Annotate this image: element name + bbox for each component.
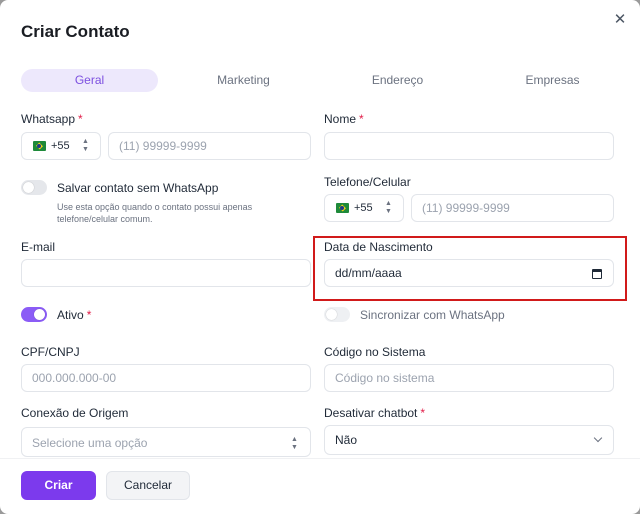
- required-marker: *: [86, 308, 92, 322]
- tab-empresas[interactable]: Empresas: [484, 69, 621, 92]
- sincronizar-label: Sincronizar com WhatsApp: [360, 308, 505, 322]
- nome-label-text: Nome: [324, 112, 357, 126]
- ativo-toggle[interactable]: [21, 307, 47, 322]
- whatsapp-label: Whatsapp *: [21, 112, 83, 126]
- tab-geral[interactable]: Geral: [21, 69, 158, 92]
- tab-bar: Geral Marketing Endereço Empresas: [21, 69, 631, 92]
- updown-chevron-icon: ▲ ▼: [385, 200, 392, 215]
- required-marker: *: [420, 406, 426, 420]
- chatbot-label: Desativar chatbot *: [324, 406, 425, 420]
- ativo-label-text: Ativo: [57, 308, 84, 322]
- codigo-label: Código no Sistema: [324, 345, 426, 359]
- tab-marketing[interactable]: Marketing: [175, 69, 312, 92]
- toggle-knob: [326, 309, 337, 320]
- chevron-down-icon: [593, 433, 603, 443]
- modal-title: Criar Contato: [21, 22, 130, 41]
- tab-endereco[interactable]: Endereço: [329, 69, 466, 92]
- whatsapp-number-input[interactable]: (11) 99999-9999: [108, 132, 311, 160]
- required-marker: *: [78, 112, 83, 126]
- toggle-knob: [23, 182, 34, 193]
- cpf-label: CPF/CNPJ: [21, 345, 80, 359]
- nome-label: Nome *: [324, 112, 364, 126]
- country-code: +55: [354, 202, 373, 214]
- codigo-input[interactable]: Código no sistema: [324, 364, 614, 392]
- conexao-select[interactable]: Selecione uma opção ▲ ▼: [21, 427, 311, 457]
- updown-chevron-icon: ▲ ▼: [291, 436, 298, 451]
- footer-divider: [0, 458, 640, 459]
- salvar-sem-whatsapp-toggle[interactable]: [21, 180, 47, 195]
- telefone-number-input[interactable]: (11) 99999-9999: [411, 194, 614, 222]
- brazil-flag-icon: [33, 141, 46, 151]
- chatbot-label-text: Desativar chatbot: [324, 406, 418, 420]
- telefone-label: Telefone/Celular: [324, 175, 411, 189]
- toggle-knob: [34, 309, 45, 320]
- email-input[interactable]: [21, 259, 311, 287]
- brazil-flag-icon: [336, 203, 349, 213]
- nome-input[interactable]: [324, 132, 614, 160]
- conexao-label: Conexão de Origem: [21, 406, 129, 420]
- create-button[interactable]: Criar: [21, 471, 96, 500]
- country-code: +55: [51, 140, 70, 152]
- conexao-placeholder: Selecione uma opção: [32, 436, 148, 450]
- required-marker: *: [359, 112, 364, 126]
- highlight-box: [313, 236, 627, 301]
- chatbot-select[interactable]: Não: [324, 425, 614, 455]
- chatbot-value: Não: [335, 433, 358, 447]
- ativo-label: Ativo *: [57, 308, 91, 322]
- close-icon[interactable]: ✕: [612, 12, 628, 28]
- sincronizar-toggle[interactable]: [324, 307, 350, 322]
- salvar-sem-whatsapp-label: Salvar contato sem WhatsApp: [57, 181, 219, 195]
- telefone-country-select[interactable]: +55 ▲ ▼: [324, 194, 404, 222]
- whatsapp-label-text: Whatsapp: [21, 112, 76, 126]
- updown-chevron-icon: ▲ ▼: [82, 138, 89, 153]
- salvar-sem-whatsapp-help-2: telefone/celular comum.: [57, 214, 153, 224]
- salvar-sem-whatsapp-help-1: Use esta opção quando o contato possui a…: [57, 202, 253, 212]
- email-label: E-mail: [21, 240, 56, 254]
- whatsapp-country-select[interactable]: +55 ▲ ▼: [21, 132, 101, 160]
- cpf-input[interactable]: 000.000.000-00: [21, 364, 311, 392]
- cancel-button[interactable]: Cancelar: [106, 471, 190, 500]
- create-contact-modal: Criar Contato ✕ Geral Marketing Endereço…: [0, 0, 640, 514]
